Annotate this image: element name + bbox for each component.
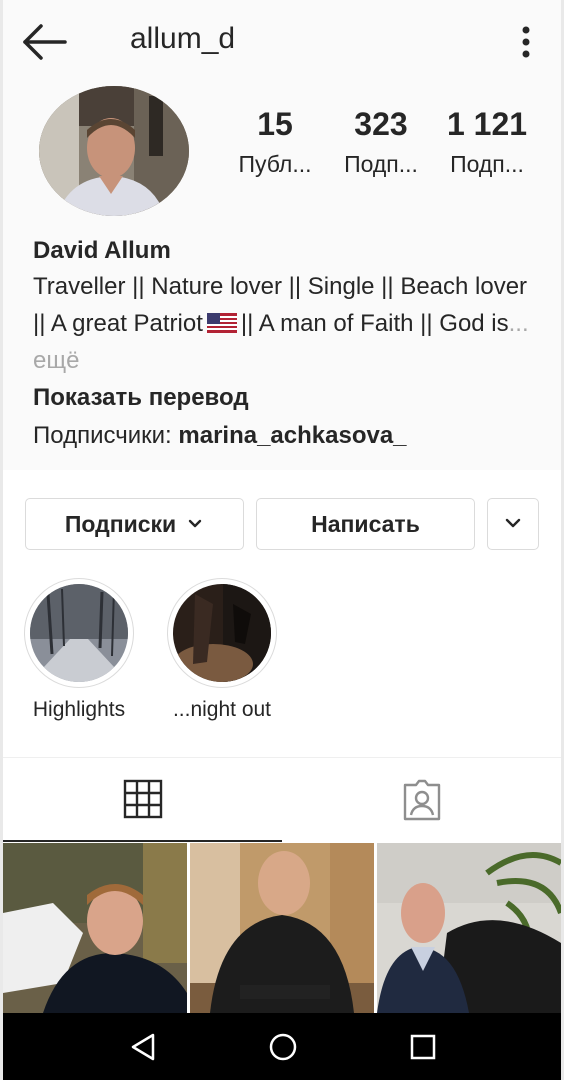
followed-by-label: Подписчики:: [33, 422, 172, 449]
circle-home-icon: [269, 1033, 297, 1061]
following-button-label: Подписки: [64, 510, 177, 537]
followed-by[interactable]: Подписчики: marina_achkasova_: [33, 417, 543, 455]
square-recents-icon: [410, 1034, 436, 1060]
message-button[interactable]: Написать: [256, 498, 475, 550]
following-button[interactable]: Подписки: [25, 498, 244, 550]
back-button[interactable]: [21, 22, 67, 62]
tab-tagged[interactable]: [282, 758, 561, 842]
bio-section: David Allum Traveller || Nature lover ||…: [33, 234, 543, 455]
highlight-cover: [173, 584, 271, 682]
followers-label: Подп...: [344, 151, 418, 177]
avatar-photo: [39, 86, 189, 216]
highlight-cover: [30, 584, 128, 682]
top-bar: allum_d: [3, 0, 561, 80]
post-thumbnail[interactable]: [3, 843, 187, 1013]
profile-tabs: [3, 757, 561, 842]
system-recents-button[interactable]: [403, 1027, 443, 1067]
highlight-ring: [24, 578, 134, 688]
following-label: Подп...: [450, 151, 524, 177]
tab-posts-grid[interactable]: [3, 758, 282, 842]
highlight-label: ...night out: [172, 698, 272, 721]
highlight-item[interactable]: Highlights: [23, 578, 135, 722]
post-thumbnail[interactable]: [377, 843, 561, 1013]
more-options-button[interactable]: [509, 22, 543, 62]
profile-avatar[interactable]: [39, 86, 189, 216]
highlight-label: Highlights: [32, 698, 126, 721]
stat-following[interactable]: 1 121 Подп...: [437, 106, 537, 178]
grid-icon: [123, 779, 162, 819]
posts-grid: [3, 843, 561, 1013]
full-name: David Allum: [33, 237, 171, 264]
system-back-button[interactable]: [123, 1027, 163, 1067]
triangle-back-icon: [131, 1033, 155, 1061]
arrow-left-icon: [23, 24, 67, 60]
posts-count: 15: [257, 106, 293, 142]
profile-header: 15 Публ... 323 Подп... 1 121 Подп... Dav…: [3, 80, 561, 470]
followers-count: 323: [354, 106, 408, 142]
tagged-person-icon: [403, 779, 440, 821]
highlight-item[interactable]: ...night out: [166, 578, 278, 722]
us-flag-icon: [206, 313, 237, 333]
stat-followers[interactable]: 323 Подп...: [333, 106, 429, 178]
system-navigation-bar: [3, 1013, 561, 1080]
message-button-label: Написать: [311, 510, 420, 537]
stat-posts[interactable]: 15 Публ...: [227, 106, 323, 178]
show-translation-link[interactable]: Показать перевод: [33, 379, 543, 417]
following-count: 1 121: [446, 106, 528, 142]
profile-username: allum_d: [130, 22, 236, 55]
bio-text-part2: || A man of Faith || God is: [240, 310, 509, 337]
followed-by-user[interactable]: marina_achkasova_: [178, 422, 406, 449]
post-thumbnail[interactable]: [190, 843, 374, 1013]
bio-text[interactable]: Traveller || Nature lover || Single || B…: [33, 268, 543, 379]
highlight-ring: [167, 578, 277, 688]
more-vertical-icon: [522, 26, 530, 58]
system-home-button[interactable]: [263, 1027, 303, 1067]
posts-label: Публ...: [238, 151, 312, 177]
profile-screen: allum_d 15 Публ... 323 Подп... 1 121 Под…: [3, 0, 561, 1080]
chevron-down-icon: [505, 518, 521, 528]
chevron-down-icon: [188, 519, 202, 528]
suggested-accounts-button[interactable]: [487, 498, 539, 550]
